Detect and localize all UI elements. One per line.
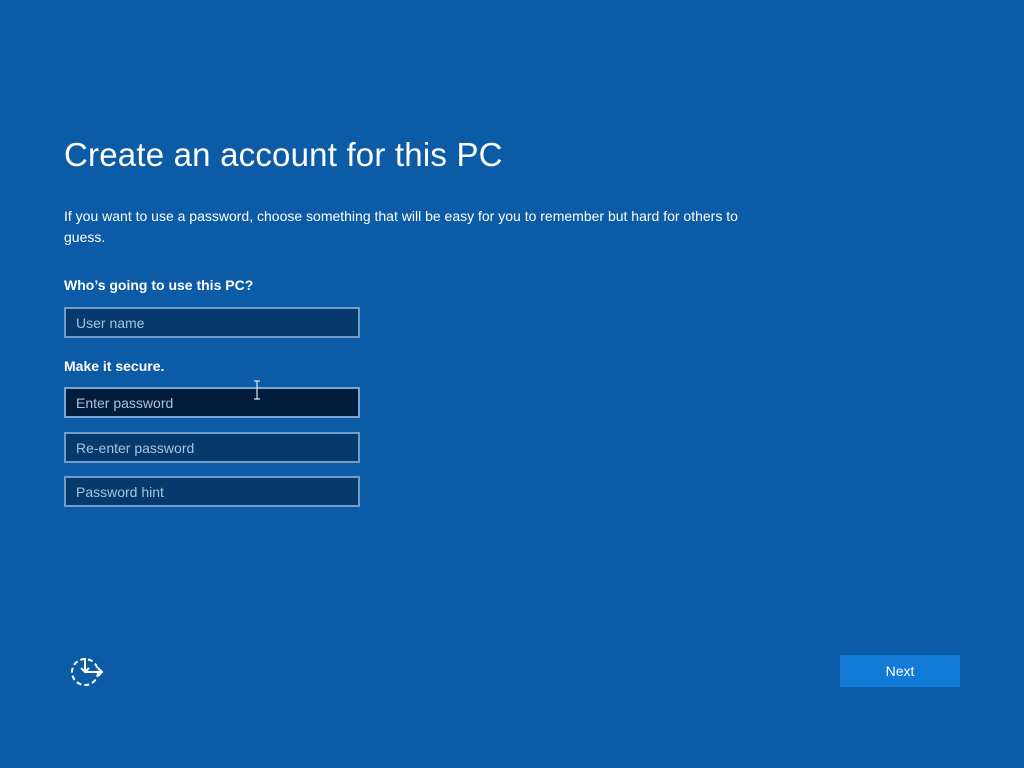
password-hint-field[interactable] bbox=[64, 476, 360, 507]
next-button[interactable]: Next bbox=[840, 655, 960, 687]
user-section-label: Who’s going to use this PC? bbox=[64, 277, 254, 293]
password-field[interactable] bbox=[64, 387, 360, 418]
page-title: Create an account for this PC bbox=[64, 136, 503, 173]
oobe-screen: Create an account for this PC If you wan… bbox=[0, 0, 1024, 768]
text-cursor-icon bbox=[254, 380, 260, 400]
secure-section-label: Make it secure. bbox=[64, 358, 165, 374]
reenter-password-field[interactable] bbox=[64, 432, 360, 463]
username-field[interactable] bbox=[64, 307, 360, 338]
page-description: If you want to use a password, choose so… bbox=[64, 208, 738, 245]
ease-of-access-icon[interactable] bbox=[68, 654, 106, 688]
